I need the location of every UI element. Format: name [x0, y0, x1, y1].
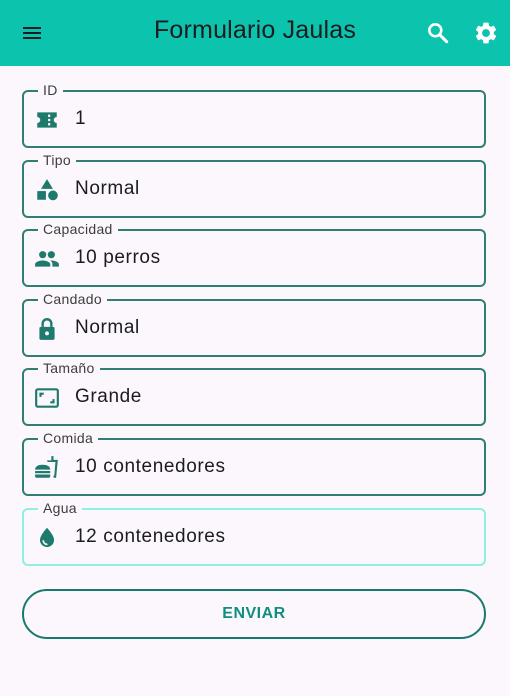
candado-field: Candado: [22, 290, 486, 357]
lock-icon: [34, 316, 60, 342]
candado-input[interactable]: [75, 313, 470, 343]
tipo-label: Tipo: [38, 151, 76, 169]
comida-input[interactable]: [75, 452, 470, 482]
gear-icon: [475, 22, 497, 44]
tamano-input[interactable]: [75, 382, 470, 412]
tipo-input[interactable]: [75, 174, 470, 204]
submit-button[interactable]: ENVIAR: [22, 589, 486, 639]
search-button[interactable]: [422, 17, 454, 49]
shapes-icon: [34, 177, 60, 203]
agua-label: Agua: [38, 499, 82, 517]
comida-field: Comida: [22, 429, 486, 496]
id-input[interactable]: [75, 104, 470, 134]
search-icon: [428, 23, 449, 44]
settings-button[interactable]: [470, 17, 502, 49]
ticket-icon: [34, 107, 60, 133]
aspect-ratio-icon: [34, 385, 60, 411]
tamano-field: Tamaño: [22, 359, 486, 426]
tamano-label: Tamaño: [38, 359, 100, 377]
fastfood-icon: [34, 455, 60, 481]
people-icon: [34, 246, 60, 272]
menu-button[interactable]: [16, 17, 48, 49]
water-drop-icon: [34, 525, 60, 551]
candado-label: Candado: [38, 290, 107, 308]
id-label: ID: [38, 81, 63, 99]
id-field: ID: [22, 81, 486, 148]
tipo-field: Tipo: [22, 151, 486, 218]
agua-input[interactable]: [75, 522, 470, 552]
app-bar: Formulario Jaulas: [0, 0, 510, 66]
capacidad-input[interactable]: [75, 243, 470, 273]
capacidad-label: Capacidad: [38, 220, 118, 238]
agua-field: Agua: [22, 499, 486, 566]
capacidad-field: Capacidad: [22, 220, 486, 287]
menu-icon: [23, 27, 41, 39]
comida-label: Comida: [38, 429, 99, 447]
